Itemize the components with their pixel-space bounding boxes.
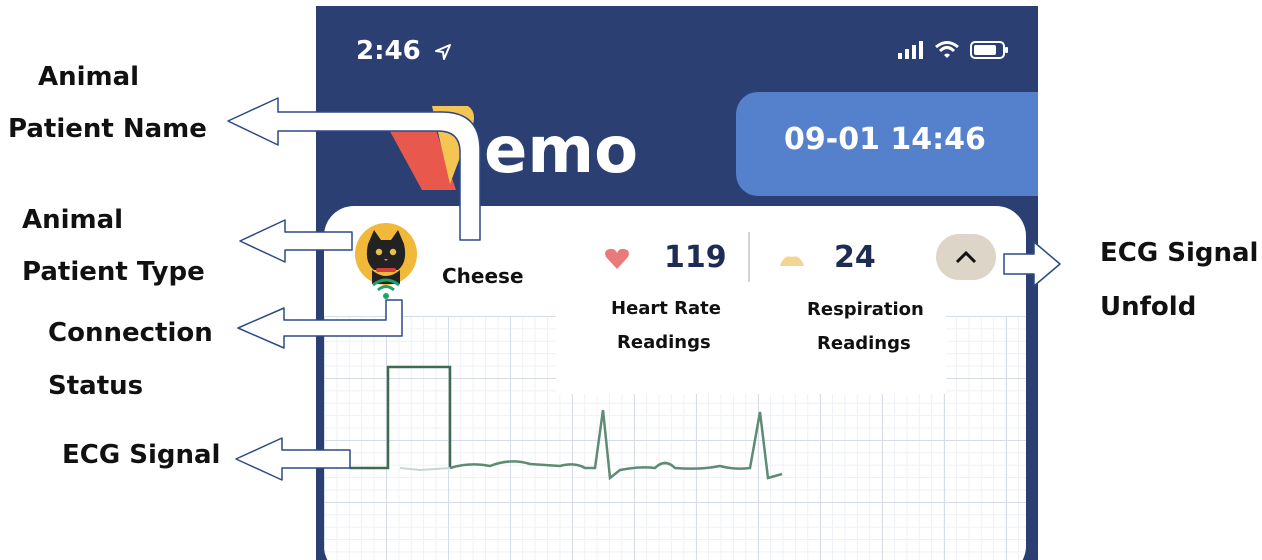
annotation-connection-line1: Connection	[48, 318, 213, 348]
annotation-animal-type-line2: Patient Type	[22, 257, 205, 287]
annotation-connection-line2: Status	[48, 371, 144, 401]
heart-rate-label-line2: Readings	[617, 332, 711, 353]
annotation-animal-name-line2: Patient Name	[8, 114, 207, 144]
annotation-ecg-unfold-line2: Unfold	[1100, 292, 1197, 322]
arrow-patient-name	[227, 97, 481, 241]
arrow-ecg-unfold	[1003, 241, 1061, 287]
arrow-ecg-signal	[235, 437, 351, 481]
patient-name-label: Cheese	[442, 264, 524, 288]
arrow-patient-type	[239, 219, 353, 263]
heart-rate-label-line1: Heart Rate	[611, 298, 721, 319]
annotation-animal-name-line1: Animal	[38, 62, 140, 92]
annotation-animal-type-line1: Animal	[22, 205, 124, 235]
annotation-ecg-unfold-line1: ECG Signal	[1100, 238, 1259, 268]
annotation-ecg-signal: ECG Signal	[62, 440, 221, 470]
arrow-connection-status	[237, 299, 403, 349]
respiration-label-line2: Readings	[817, 333, 911, 354]
respiration-label-line1: Respiration	[807, 299, 924, 320]
